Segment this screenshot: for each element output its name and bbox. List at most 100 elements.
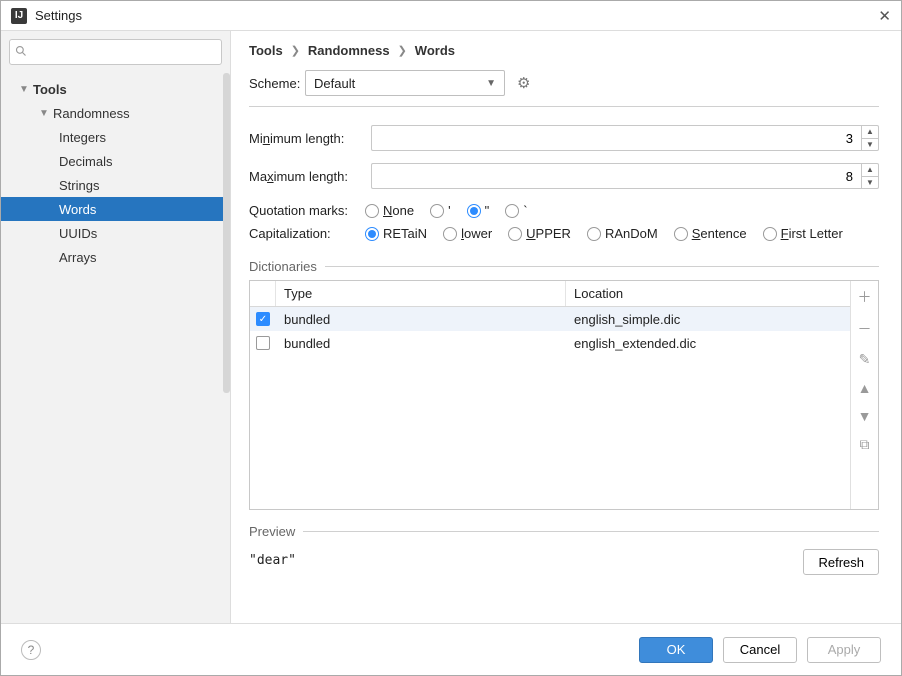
checkbox[interactable] (256, 336, 270, 350)
dictionaries-label: Dictionaries (249, 259, 317, 274)
radio-icon (365, 204, 379, 218)
checkbox[interactable]: ✓ (256, 312, 270, 326)
radio-icon (467, 204, 481, 218)
tree-group-randomness[interactable]: ▼ Randomness (1, 101, 230, 125)
spin-up-icon[interactable]: ▲ (862, 164, 878, 177)
quotation-option-1[interactable]: ' (430, 203, 450, 218)
quotation-option-label: ' (448, 203, 450, 218)
preview-value: "dear" (249, 553, 296, 568)
dict-location: english_extended.dic (566, 336, 850, 351)
radio-icon (587, 227, 601, 241)
spin-down-icon[interactable]: ▼ (862, 139, 878, 151)
search-icon (15, 45, 27, 57)
col-type[interactable]: Type (276, 281, 566, 306)
capitalization-option-4[interactable]: Sentence (674, 226, 747, 241)
capitalization-option-2[interactable]: UPPER (508, 226, 571, 241)
dictionaries-toolbar: ＋ － ✎ ▲ ▼ ⧉ (850, 281, 878, 509)
breadcrumb-1[interactable]: Randomness (308, 43, 390, 58)
capitalization-option-label: lower (461, 226, 492, 241)
breadcrumb-2[interactable]: Words (415, 43, 455, 58)
title-bar: IJ Settings ✕ (1, 1, 901, 31)
preview-label: Preview (249, 524, 295, 539)
min-length-input[interactable] (371, 125, 861, 151)
content-panel: Tools ❯ Randomness ❯ Words Scheme: Defau… (231, 31, 901, 623)
tree-item-arrays[interactable]: Arrays (1, 245, 230, 269)
tree-scrollbar[interactable] (223, 73, 230, 393)
dictionary-row[interactable]: ✓ bundledenglish_simple.dic (250, 307, 850, 331)
move-up-icon[interactable]: ▲ (858, 380, 872, 396)
search-input[interactable] (9, 39, 222, 65)
breadcrumb-0[interactable]: Tools (249, 43, 283, 58)
dictionary-row[interactable]: bundledenglish_extended.dic (250, 331, 850, 355)
capitalization-option-label: Sentence (692, 226, 747, 241)
tree-item-decimals[interactable]: Decimals (1, 149, 230, 173)
capitalization-option-3[interactable]: RAnDoM (587, 226, 658, 241)
dict-type: bundled (276, 336, 566, 351)
quotation-option-0[interactable]: None (365, 203, 414, 218)
divider (325, 266, 879, 267)
radio-icon (674, 227, 688, 241)
radio-icon (443, 227, 457, 241)
help-icon[interactable]: ? (21, 640, 41, 660)
close-icon[interactable]: ✕ (878, 7, 891, 25)
remove-icon[interactable]: － (858, 319, 872, 339)
col-location[interactable]: Location (566, 281, 850, 306)
chevron-down-icon: ▼ (39, 108, 49, 119)
capitalization-label: Capitalization: (249, 226, 359, 241)
copy-icon[interactable]: ⧉ (860, 436, 870, 453)
capitalization-option-label: First Letter (781, 226, 843, 241)
tree-root-tools[interactable]: ▼ Tools (1, 77, 230, 101)
dict-location: english_simple.dic (566, 312, 850, 327)
spin-up-icon[interactable]: ▲ (862, 126, 878, 139)
capitalization-option-0[interactable]: RETaiN (365, 226, 427, 241)
divider (303, 531, 879, 532)
chevron-down-icon: ▼ (486, 78, 496, 89)
radio-icon (505, 204, 519, 218)
max-length-spinner[interactable]: ▲▼ (861, 163, 879, 189)
refresh-button[interactable]: Refresh (803, 549, 879, 575)
settings-tree: ▼ Tools ▼ Randomness IntegersDecimalsStr… (1, 73, 230, 623)
radio-icon (430, 204, 444, 218)
quotation-option-label: " (485, 203, 490, 218)
radio-icon (763, 227, 777, 241)
quotation-option-3[interactable]: ` (505, 203, 527, 218)
ok-button[interactable]: OK (639, 637, 713, 663)
capitalization-option-1[interactable]: lower (443, 226, 492, 241)
edit-icon[interactable]: ✎ (859, 351, 871, 368)
apply-button[interactable]: Apply (807, 637, 881, 663)
scheme-value: Default (314, 76, 355, 91)
tree-root-label: Tools (33, 82, 67, 97)
max-length-input[interactable] (371, 163, 861, 189)
min-length-label: Minimum length: (249, 131, 359, 146)
radio-icon (508, 227, 522, 241)
capitalization-option-label: RETaiN (383, 226, 427, 241)
tree-item-integers[interactable]: Integers (1, 125, 230, 149)
spin-down-icon[interactable]: ▼ (862, 177, 878, 189)
quotation-option-2[interactable]: " (467, 203, 490, 218)
capitalization-option-label: RAnDoM (605, 226, 658, 241)
quotation-option-label: None (383, 203, 414, 218)
max-length-label: Maximum length: (249, 169, 359, 184)
tree-group-label: Randomness (53, 106, 130, 121)
breadcrumb: Tools ❯ Randomness ❯ Words (249, 43, 879, 58)
chevron-right-icon: ❯ (291, 44, 300, 57)
chevron-right-icon: ❯ (398, 44, 407, 57)
tree-item-uuids[interactable]: UUIDs (1, 221, 230, 245)
add-icon[interactable]: ＋ (858, 287, 872, 307)
cancel-button[interactable]: Cancel (723, 637, 797, 663)
dict-type: bundled (276, 312, 566, 327)
sidebar: ▼ Tools ▼ Randomness IntegersDecimalsStr… (1, 31, 231, 623)
window-title: Settings (35, 8, 82, 23)
move-down-icon[interactable]: ▼ (858, 408, 872, 424)
dictionaries-header: Type Location (250, 281, 850, 307)
min-length-spinner[interactable]: ▲▼ (861, 125, 879, 151)
scheme-label: Scheme: (249, 76, 305, 91)
radio-icon (365, 227, 379, 241)
capitalization-option-5[interactable]: First Letter (763, 226, 843, 241)
gear-icon[interactable]: ⚙ (517, 74, 530, 92)
tree-item-strings[interactable]: Strings (1, 173, 230, 197)
chevron-down-icon: ▼ (19, 84, 29, 95)
tree-item-words[interactable]: Words (1, 197, 230, 221)
scheme-dropdown[interactable]: Default ▼ (305, 70, 505, 96)
quotation-option-label: ` (523, 203, 527, 218)
